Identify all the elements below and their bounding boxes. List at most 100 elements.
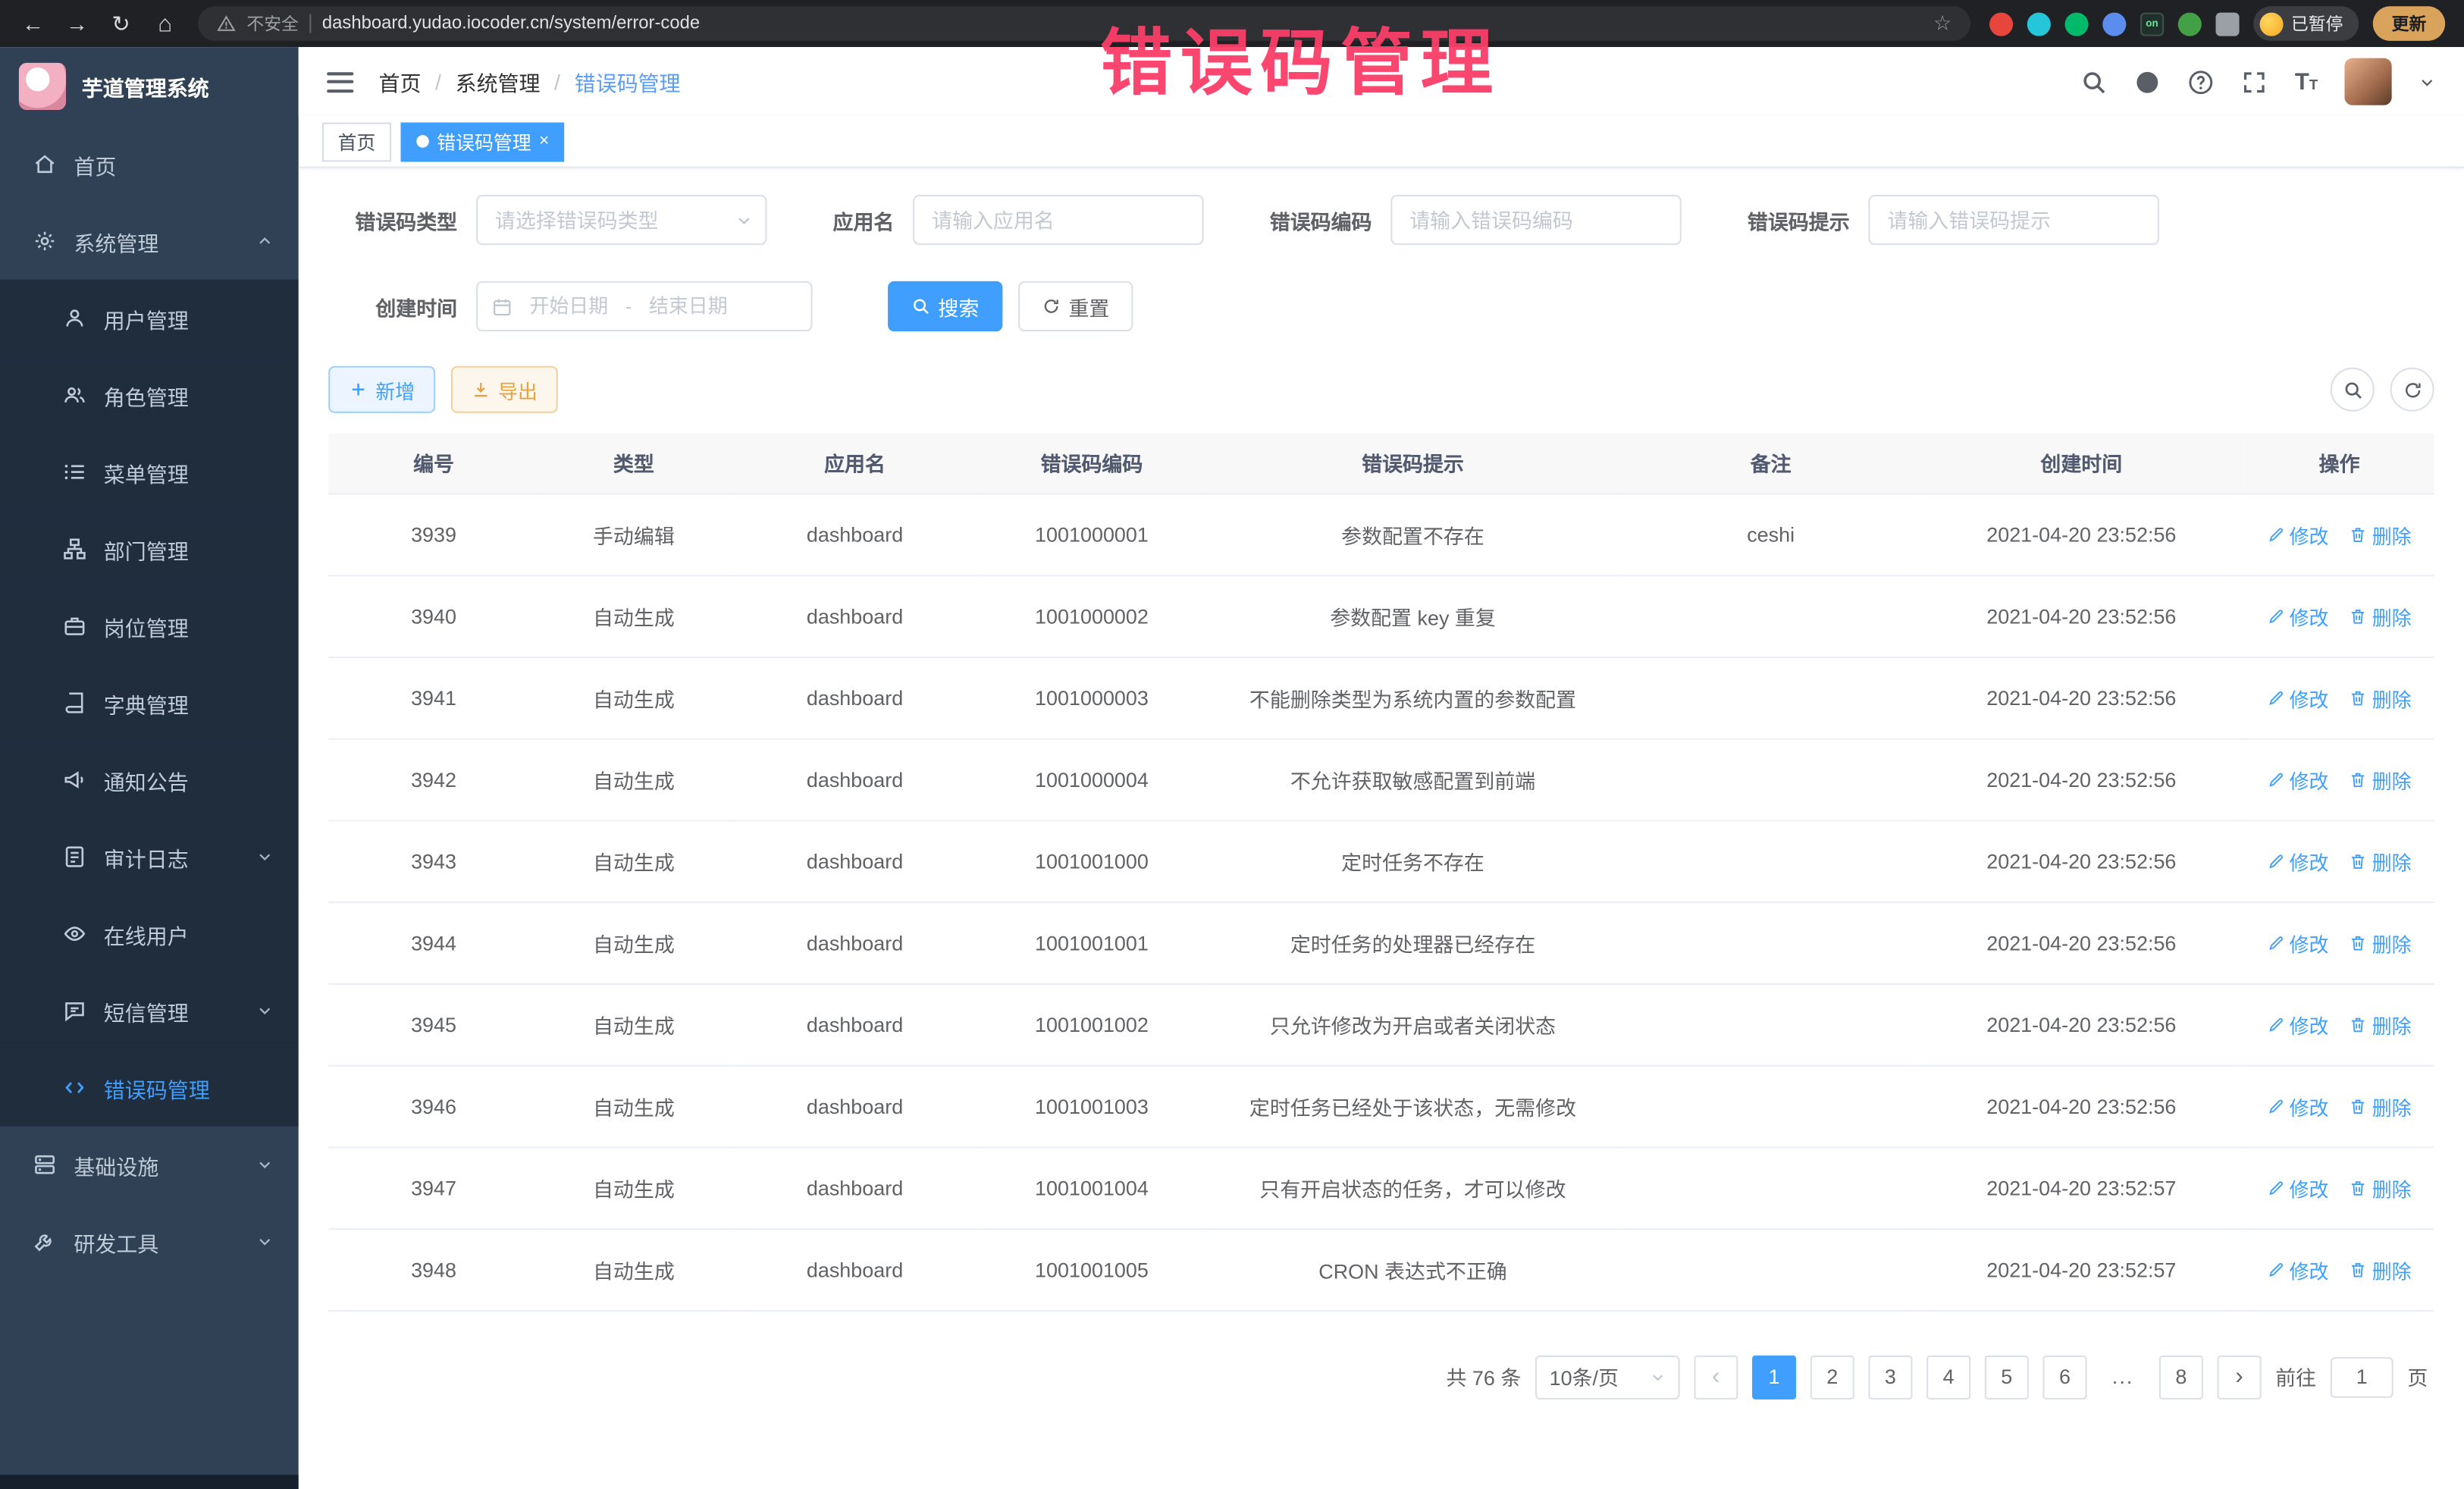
start-date-input[interactable] — [520, 295, 618, 317]
help-icon[interactable] — [2188, 68, 2215, 95]
search-button[interactable]: 搜索 — [888, 281, 1002, 331]
extension-icon-2[interactable] — [2027, 12, 2051, 36]
delete-link[interactable]: 删除 — [2350, 519, 2412, 549]
end-date-input[interactable] — [640, 295, 738, 317]
sidebar-item-user[interactable]: 用户管理 — [0, 280, 299, 357]
sidebar-item-book[interactable]: 字典管理 — [0, 664, 299, 741]
extension-icon-5[interactable]: on — [2140, 12, 2164, 36]
extension-icon-3[interactable] — [2065, 12, 2089, 36]
pager-page-4[interactable]: 4 — [1926, 1355, 1970, 1399]
sidebar-item-online[interactable]: 在线用户 — [0, 895, 299, 973]
error-code-input[interactable] — [1390, 195, 1681, 245]
search-icon[interactable] — [2081, 68, 2108, 95]
sidebar-item-users[interactable]: 角色管理 — [0, 356, 299, 434]
delete-link[interactable]: 删除 — [2350, 927, 2412, 957]
address-bar[interactable]: 不安全 dashboard.yudao.iocoder.cn/system/er… — [198, 6, 1970, 41]
delete-link[interactable]: 删除 — [2350, 764, 2412, 794]
pager-page-8[interactable]: 8 — [2159, 1355, 2203, 1399]
cell-type: 自动生成 — [539, 901, 729, 983]
extension-icon-6[interactable] — [2178, 12, 2202, 36]
warning-icon — [217, 14, 236, 33]
edit-link[interactable]: 修改 — [2268, 1091, 2329, 1121]
sidebar-item-horn[interactable]: 通知公告 — [0, 741, 299, 819]
error-type-select[interactable] — [476, 195, 766, 245]
sidebar-item-home[interactable]: 首页 — [0, 126, 299, 203]
breadcrumb-home[interactable]: 首页 — [379, 66, 422, 97]
hamburger-icon[interactable] — [327, 71, 353, 92]
tab-error-code[interactable]: 错误码管理 — [401, 122, 566, 161]
sidebar-item-case[interactable]: 岗位管理 — [0, 588, 299, 665]
sidebar-item-list[interactable]: 菜单管理 — [0, 434, 299, 511]
delete-link[interactable]: 删除 — [2350, 1254, 2412, 1284]
edit-link[interactable]: 修改 — [2268, 600, 2329, 630]
tab-home[interactable]: 首页 — [322, 122, 391, 161]
cell-created-time: 2021-04-20 23:52:56 — [1918, 901, 2244, 983]
delete-link[interactable]: 删除 — [2350, 1173, 2412, 1202]
edit-link[interactable]: 修改 — [2268, 519, 2329, 549]
extension-icon-1[interactable] — [1989, 12, 2013, 36]
edit-link[interactable]: 修改 — [2268, 1009, 2329, 1039]
pin-icon[interactable] — [2216, 12, 2240, 36]
sidebar-item-tree[interactable]: 部门管理 — [0, 510, 299, 588]
font-size-icon[interactable] — [2295, 68, 2318, 95]
cell-id: 3947 — [328, 1146, 539, 1228]
delete-link[interactable]: 删除 — [2350, 1091, 2412, 1121]
pager-page-1[interactable]: 1 — [1752, 1355, 1796, 1399]
menu-item-label: 首页 — [74, 149, 116, 180]
edit-link[interactable]: 修改 — [2268, 1173, 2329, 1202]
sidebar-item-audit[interactable]: 审计日志 — [0, 818, 299, 895]
sidebar-item-sms[interactable]: 短信管理 — [0, 972, 299, 1049]
edit-link[interactable]: 修改 — [2268, 682, 2329, 712]
toggle-search-button[interactable] — [2331, 368, 2375, 412]
reload-icon[interactable] — [101, 3, 142, 44]
avatar-caret-icon[interactable] — [2419, 73, 2436, 90]
sidebar-item-code[interactable]: 错误码管理 — [0, 1049, 299, 1127]
pager-page-6[interactable]: 6 — [2042, 1355, 2086, 1399]
back-icon[interactable] — [13, 3, 54, 44]
delete-link[interactable]: 删除 — [2350, 1009, 2412, 1039]
reset-button[interactable]: 重置 — [1018, 281, 1133, 331]
forward-icon[interactable] — [57, 3, 98, 44]
bookmark-star-icon[interactable] — [1933, 11, 1951, 36]
sidebar-item-tool[interactable]: 研发工具 — [0, 1203, 299, 1281]
add-button[interactable]: 新增 — [328, 366, 435, 413]
user-avatar[interactable] — [2344, 58, 2391, 105]
edit-link[interactable]: 修改 — [2268, 927, 2329, 957]
fullscreen-icon[interactable] — [2241, 68, 2268, 95]
pager-page-5[interactable]: 5 — [1985, 1355, 2029, 1399]
cell-error-hint: CRON 表达式不正确 — [1202, 1228, 1623, 1310]
goto-page-input[interactable] — [2331, 1356, 2393, 1397]
refresh-table-button[interactable] — [2390, 368, 2434, 412]
page-size-select[interactable]: 10条/页 — [1535, 1355, 1680, 1399]
edit-link[interactable]: 修改 — [2268, 764, 2329, 794]
github-icon[interactable] — [2134, 68, 2161, 95]
app-name-input[interactable] — [913, 195, 1203, 245]
breadcrumb-section[interactable]: 系统管理 — [456, 66, 541, 97]
error-hint-input[interactable] — [1869, 195, 2159, 245]
pager-ellipsis[interactable]: ... — [2101, 1355, 2145, 1399]
delete-link[interactable]: 删除 — [2350, 846, 2412, 876]
pager-page-3[interactable]: 3 — [1868, 1355, 1912, 1399]
edit-link-label: 修改 — [2290, 1091, 2329, 1121]
prev-page-button[interactable] — [1694, 1355, 1738, 1399]
sidebar-item-gear[interactable]: 系统管理 — [0, 202, 299, 280]
cell-app-name: dashboard — [729, 494, 981, 575]
pencil-icon — [2268, 852, 2285, 870]
browser-home-icon[interactable] — [145, 3, 186, 44]
edit-link[interactable]: 修改 — [2268, 846, 2329, 876]
extension-icon-4[interactable] — [2102, 12, 2126, 36]
close-icon[interactable] — [539, 133, 549, 150]
export-button[interactable]: 导出 — [451, 366, 558, 413]
error-type-select-input[interactable] — [476, 195, 766, 245]
profile-chip[interactable]: 已暂停 — [2253, 6, 2359, 41]
delete-link[interactable]: 删除 — [2350, 600, 2412, 630]
sidebar-item-infra[interactable]: 基础设施 — [0, 1126, 299, 1203]
menu-item-label: 研发工具 — [74, 1226, 158, 1257]
next-page-button[interactable] — [2218, 1355, 2262, 1399]
delete-link[interactable]: 删除 — [2350, 682, 2412, 712]
sidebar: 芋道管理系统 首页 系统管理 用户管理 角色管理 菜单管理 部门管理 岗位管理 … — [0, 47, 299, 1489]
date-range-picker[interactable]: - — [476, 281, 813, 331]
edit-link[interactable]: 修改 — [2268, 1254, 2329, 1284]
update-button[interactable]: 更新 — [2373, 6, 2445, 41]
pager-page-2[interactable]: 2 — [1810, 1355, 1854, 1399]
